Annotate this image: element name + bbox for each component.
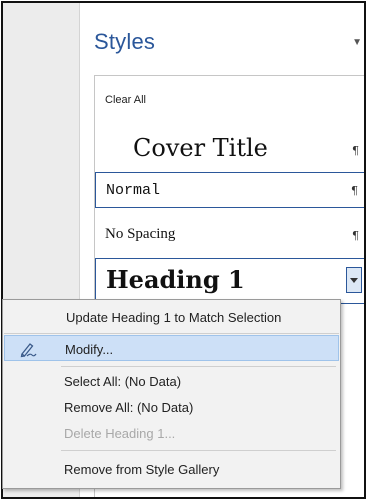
paragraph-mark-icon: ¶ — [352, 229, 359, 242]
menu-separator — [61, 366, 336, 367]
menu-item-update-to-match[interactable]: Update Heading 1 to Match Selection — [4, 304, 339, 330]
menu-item-delete-style: Delete Heading 1... — [64, 426, 176, 441]
menu-separator — [61, 450, 336, 451]
menu-item-modify[interactable]: Modify... — [4, 335, 339, 361]
style-item-label: Cover Title — [133, 134, 268, 162]
pane-title: Styles — [94, 29, 156, 54]
style-item-normal[interactable]: Normal ¶ — [95, 172, 364, 208]
menu-item-remove-from-gallery[interactable]: Remove from Style Gallery — [4, 456, 339, 482]
menu-item-remove-all[interactable]: Remove All: (No Data) — [4, 394, 339, 420]
style-item-cover-title[interactable]: Cover Title ¶ — [95, 126, 364, 168]
style-context-menu: Update Heading 1 to Match Selection Modi… — [2, 299, 341, 489]
clear-all-item[interactable]: Clear All — [105, 94, 146, 106]
style-item-label: Heading 1 — [106, 265, 245, 294]
style-item-label: Normal — [106, 182, 161, 199]
style-item-label: No Spacing — [105, 226, 176, 242]
menu-separator — [4, 333, 339, 334]
paragraph-mark-icon: ¶ — [351, 184, 358, 197]
chevron-down-icon — [350, 278, 358, 283]
style-item-heading-1[interactable]: Heading 1 — [95, 258, 364, 304]
menu-item-select-all[interactable]: Select All: (No Data) — [4, 368, 339, 394]
paragraph-mark-icon: ¶ — [352, 144, 359, 157]
style-item-no-spacing[interactable]: No Spacing ¶ — [95, 218, 364, 252]
pane-options-icon[interactable]: ▼ — [352, 37, 362, 48]
modify-style-icon — [20, 343, 37, 358]
style-dropdown-button[interactable] — [346, 267, 362, 293]
